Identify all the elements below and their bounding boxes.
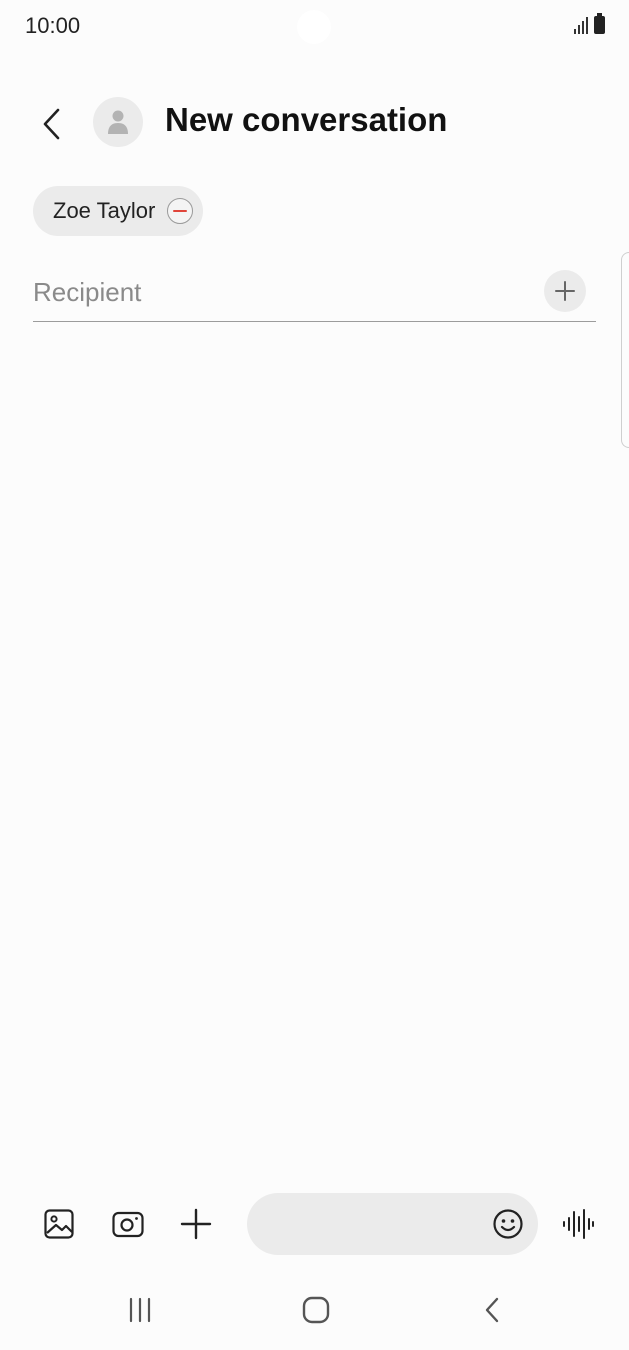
voice-waveform-icon: [563, 1209, 594, 1239]
page-title: New conversation: [165, 101, 448, 138]
recipient-field: [33, 262, 596, 322]
battery-icon: [594, 13, 605, 34]
recipient-chip[interactable]: Zoe Taylor: [33, 186, 204, 236]
status-icons: [574, 13, 605, 34]
message-composer: [0, 1190, 629, 1258]
home-icon: [302, 1296, 330, 1324]
edge-panel-handle[interactable]: [621, 252, 629, 448]
recipient-input[interactable]: [33, 270, 523, 314]
emoji-button[interactable]: [490, 1206, 526, 1242]
voice-record-button[interactable]: [556, 1202, 600, 1246]
status-time: 10:00: [25, 13, 81, 38]
signal-icon: [574, 16, 588, 34]
camera-button[interactable]: [106, 1202, 150, 1246]
gallery-button[interactable]: [37, 1202, 81, 1246]
chevron-left-icon: [43, 108, 60, 140]
minus-circle-icon: [173, 210, 188, 212]
person-icon: [108, 110, 128, 134]
recipient-chip-label: Zoe Taylor: [53, 198, 156, 223]
message-field: [247, 1193, 538, 1255]
status-bar: 10:00: [0, 0, 629, 54]
system-nav-bar: [0, 1278, 629, 1342]
plus-icon: [555, 281, 575, 301]
plus-icon: [180, 1208, 212, 1240]
nav-back-button[interactable]: [467, 1288, 517, 1332]
camera-icon: [112, 1211, 144, 1238]
back-button[interactable]: [30, 102, 74, 146]
emoji-icon: [493, 1209, 523, 1239]
remove-recipient-button[interactable]: [167, 198, 194, 224]
front-camera-cutout: [297, 10, 331, 44]
home-button[interactable]: [291, 1288, 341, 1332]
recents-icon: [129, 1297, 151, 1323]
back-icon: [485, 1297, 499, 1323]
avatar[interactable]: [93, 97, 143, 147]
attach-button[interactable]: [174, 1202, 218, 1246]
recents-button[interactable]: [115, 1288, 165, 1332]
message-input[interactable]: [269, 1202, 483, 1248]
app-header: New conversation: [0, 92, 629, 156]
add-recipient-button[interactable]: [544, 270, 586, 312]
gallery-icon: [44, 1209, 74, 1239]
